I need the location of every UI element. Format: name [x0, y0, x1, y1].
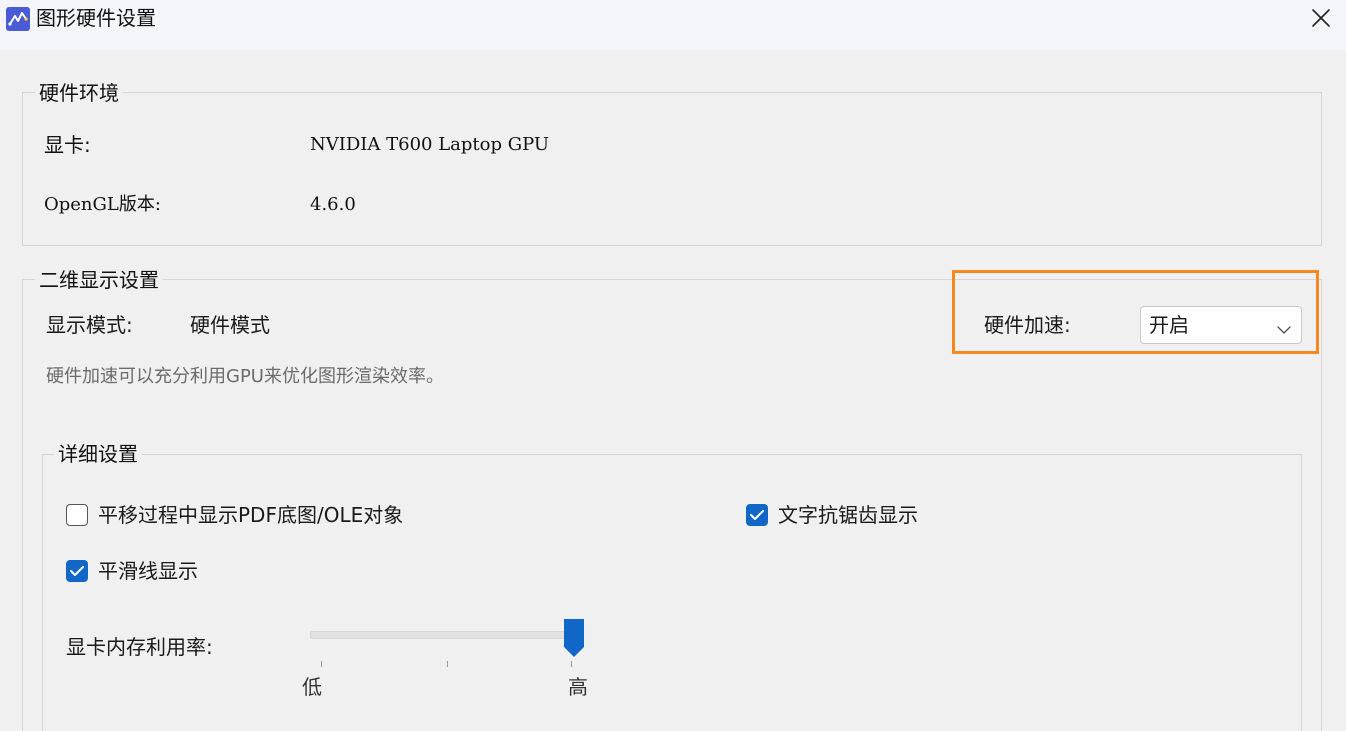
- slider-tick: [447, 661, 448, 667]
- gpu-memory-slider-thumb[interactable]: [562, 617, 586, 659]
- text-antialias-checkbox[interactable]: 文字抗锯齿显示: [746, 502, 986, 530]
- checkbox-label: 平滑线显示: [98, 559, 198, 583]
- checkbox-box[interactable]: [66, 560, 88, 582]
- window-title: 图形硬件设置: [36, 6, 156, 30]
- checkbox-label: 平移过程中显示PDF底图/OLE对象: [98, 503, 404, 527]
- display-mode-value: 硬件模式: [190, 313, 270, 337]
- hardware-acceleration-hint: 硬件加速可以充分利用GPU来优化图形渲染效率。: [46, 366, 444, 387]
- gpu-memory-usage-label: 显卡内存利用率:: [66, 635, 213, 659]
- display-2d-settings-legend: 二维显示设置: [35, 268, 163, 292]
- slider-tick: [321, 661, 322, 667]
- pan-show-pdf-ole-checkbox[interactable]: 平移过程中显示PDF底图/OLE对象: [66, 502, 506, 530]
- hardware-acceleration-select[interactable]: 开启: [1140, 306, 1302, 344]
- slider-max-label: 高: [568, 675, 588, 699]
- detail-settings-group: [42, 454, 1302, 731]
- chevron-down-icon: [1277, 320, 1291, 339]
- checkbox-label: 文字抗锯齿显示: [778, 503, 918, 527]
- smooth-line-checkbox[interactable]: 平滑线显示: [66, 558, 266, 586]
- app-logo-icon: [6, 7, 30, 31]
- checkmark-icon: [70, 566, 84, 576]
- detail-settings-legend: 详细设置: [54, 442, 142, 466]
- close-button[interactable]: [1296, 0, 1346, 38]
- title-bar: 图形硬件设置: [0, 0, 1346, 50]
- checkmark-icon: [750, 510, 764, 520]
- checkbox-box[interactable]: [746, 504, 768, 526]
- slider-min-label: 低: [302, 675, 322, 699]
- hardware-acceleration-selected-value: 开启: [1149, 313, 1189, 337]
- gpu-memory-slider-track[interactable]: [310, 631, 576, 639]
- gpu-label: 显卡:: [44, 133, 91, 157]
- opengl-version-label: OpenGL版本:: [44, 194, 161, 215]
- hardware-environment-group: [22, 92, 1322, 246]
- hardware-environment-legend: 硬件环境: [35, 81, 123, 105]
- checkbox-box[interactable]: [66, 504, 88, 526]
- graphics-hardware-settings-dialog: 图形硬件设置 硬件环境 显卡: NVIDIA T600 Laptop GPU O…: [0, 0, 1346, 731]
- slider-tick: [571, 661, 572, 667]
- gpu-value: NVIDIA T600 Laptop GPU: [310, 134, 550, 155]
- hardware-acceleration-label: 硬件加速:: [984, 313, 1071, 337]
- display-mode-label: 显示模式:: [46, 313, 133, 337]
- opengl-version-value: 4.6.0: [310, 194, 356, 215]
